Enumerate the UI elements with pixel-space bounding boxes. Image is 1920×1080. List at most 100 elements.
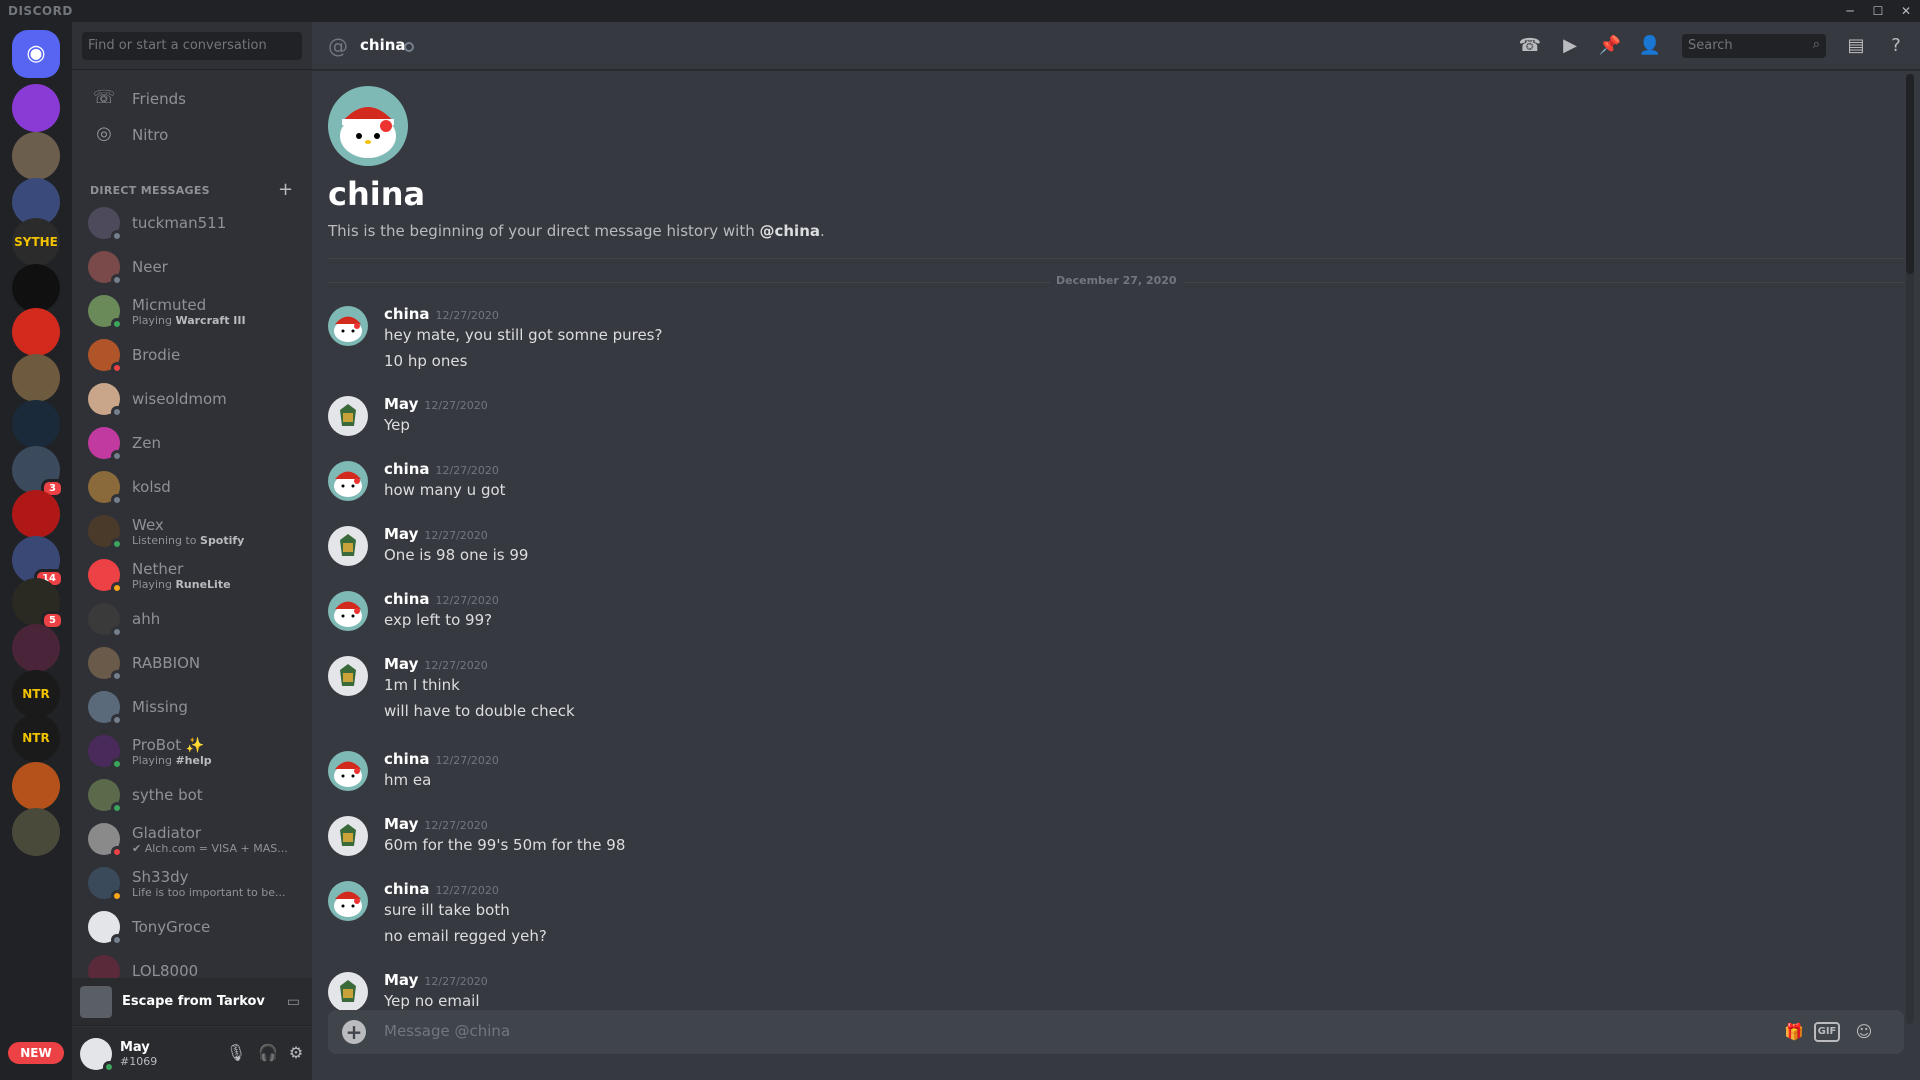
message-avatar[interactable] bbox=[328, 972, 368, 1012]
dm-item-wex[interactable]: Wex Listening to Spotify bbox=[80, 510, 304, 552]
message-avatar[interactable] bbox=[328, 526, 368, 566]
scrollbar-thumb[interactable] bbox=[1906, 74, 1914, 274]
gift-icon[interactable]: 🎁 bbox=[1782, 1020, 1806, 1044]
activity-prefix: Playing bbox=[132, 577, 176, 591]
server-icon-server-12[interactable]: 5 bbox=[12, 578, 64, 630]
message-author[interactable]: May bbox=[384, 971, 418, 989]
activity-panel[interactable]: Escape from Tarkov ▭ bbox=[72, 978, 312, 1026]
message-avatar[interactable] bbox=[328, 461, 368, 501]
close-button[interactable]: ✕ bbox=[1896, 2, 1916, 20]
server-icon-folder-2[interactable] bbox=[12, 624, 60, 672]
server-icon-server-ntr-1[interactable]: NTR bbox=[12, 670, 60, 718]
message-author[interactable]: May bbox=[384, 525, 418, 543]
dm-item-nether[interactable]: Nether Playing RuneLite bbox=[80, 554, 304, 596]
message-avatar[interactable] bbox=[328, 306, 368, 346]
message-author[interactable]: china bbox=[384, 305, 430, 323]
minimize-button[interactable]: ─ bbox=[1840, 2, 1860, 20]
new-badge[interactable]: NEW bbox=[8, 1042, 64, 1064]
server-icon-server-9[interactable]: 3 bbox=[12, 446, 64, 498]
message-avatar[interactable] bbox=[328, 881, 368, 921]
dm-item-gladiator[interactable]: Gladiator ✔ Alch.com = VISA + MAS... bbox=[80, 818, 304, 860]
add-friends-to-dm-icon[interactable]: 👤 bbox=[1638, 34, 1662, 58]
dm-item-rabbion[interactable]: RABBION bbox=[80, 642, 304, 684]
emoji-icon[interactable]: ☺ bbox=[1852, 1020, 1876, 1044]
message-author[interactable]: china bbox=[384, 750, 430, 768]
dm-item-tuckman511[interactable]: tuckman511 bbox=[80, 202, 304, 244]
message-author[interactable]: May bbox=[384, 815, 418, 833]
message-author[interactable]: May bbox=[384, 395, 418, 413]
dm-item-missing[interactable]: Missing bbox=[80, 686, 304, 728]
search-icon: ⌕ bbox=[1812, 37, 1820, 52]
dm-name: TonyGroce bbox=[132, 918, 211, 936]
upload-plus-icon[interactable]: + bbox=[342, 1020, 366, 1044]
dm-activity-status: Listening to Spotify bbox=[132, 534, 244, 547]
dm-item-sh33dy[interactable]: Sh33dy Life is too important to be... bbox=[80, 862, 304, 904]
server-icon-server-2[interactable] bbox=[12, 132, 60, 180]
message-content: hey mate, you still got somne pures? bbox=[384, 326, 663, 344]
dm-item-wiseoldmom[interactable]: wiseoldmom bbox=[80, 378, 304, 420]
start-video-call-icon[interactable]: ▶ bbox=[1558, 34, 1582, 58]
gif-icon[interactable]: GIF bbox=[1814, 1022, 1840, 1042]
dm-item-probot[interactable]: ProBot ✨ Playing #help bbox=[80, 730, 304, 772]
message-content: will have to double check bbox=[384, 702, 575, 720]
server-icon-server-11[interactable]: 14 bbox=[12, 536, 64, 588]
dm-name: Neer bbox=[132, 258, 168, 276]
dm-item-neer[interactable]: Neer bbox=[80, 246, 304, 288]
server-icon-home[interactable]: ◉ bbox=[12, 30, 60, 78]
message-avatar[interactable] bbox=[328, 816, 368, 856]
dm-item-tonygroce[interactable]: TonyGroce bbox=[80, 906, 304, 948]
message-author[interactable]: china bbox=[384, 460, 430, 478]
maximize-button[interactable]: ☐ bbox=[1868, 2, 1888, 20]
status-indicator bbox=[111, 582, 123, 594]
message-timestamp: 12/27/2020 bbox=[435, 754, 499, 767]
server-icon-server-15[interactable] bbox=[12, 762, 60, 810]
microphone-icon[interactable]: 🎙 bbox=[224, 1041, 248, 1065]
message-author[interactable]: china bbox=[384, 590, 430, 608]
message-author[interactable]: May bbox=[384, 655, 418, 673]
intro-mention[interactable]: @china bbox=[759, 222, 820, 240]
dm-item-micmuted[interactable]: Micmuted Playing Warcraft III bbox=[80, 290, 304, 332]
intro-divider bbox=[328, 258, 1904, 259]
message-author[interactable]: china bbox=[384, 880, 430, 898]
dm-search-input[interactable]: Find or start a conversation bbox=[82, 32, 302, 60]
intro-avatar[interactable] bbox=[328, 86, 408, 166]
server-icon-server-8[interactable] bbox=[12, 400, 60, 448]
search-input[interactable]: Search ⌕ bbox=[1682, 34, 1826, 58]
inbox-icon[interactable]: ▤ bbox=[1844, 34, 1868, 58]
server-icon-server-5[interactable] bbox=[12, 264, 60, 312]
pinned-messages-icon[interactable]: 📌 bbox=[1598, 34, 1622, 58]
avatar bbox=[88, 559, 123, 594]
dm-name: wiseoldmom bbox=[132, 390, 227, 408]
help-icon[interactable]: ? bbox=[1884, 34, 1908, 58]
nav-nitro[interactable]: ◎ Nitro bbox=[80, 114, 304, 156]
dm-item-kolsd[interactable]: kolsd bbox=[80, 466, 304, 508]
dm-name: kolsd bbox=[132, 478, 171, 496]
server-icon-server-ntr-2[interactable]: NTR bbox=[12, 714, 60, 762]
dm-item-zen[interactable]: Zen bbox=[80, 422, 304, 464]
message-avatar[interactable] bbox=[328, 396, 368, 436]
stream-icon[interactable]: ▭ bbox=[287, 994, 300, 1010]
create-dm-icon[interactable]: + bbox=[278, 179, 293, 200]
message-avatar[interactable] bbox=[328, 656, 368, 696]
message-composer[interactable]: + Message @china 🎁 GIF ☺ bbox=[328, 1010, 1904, 1054]
dm-item-ahh[interactable]: ahh bbox=[80, 598, 304, 640]
settings-gear-icon[interactable]: ⚙ bbox=[284, 1041, 308, 1065]
dm-item-brodie[interactable]: Brodie bbox=[80, 334, 304, 376]
message-content: One is 98 one is 99 bbox=[384, 546, 529, 564]
dm-item-sythebot[interactable]: sythe bot bbox=[80, 774, 304, 816]
server-icon-server-7[interactable] bbox=[12, 354, 60, 402]
server-icon-server-16[interactable] bbox=[12, 808, 60, 856]
user-status-online bbox=[103, 1060, 115, 1073]
avatar bbox=[88, 647, 123, 682]
server-icon-server-6[interactable] bbox=[12, 308, 60, 356]
message-avatar[interactable] bbox=[328, 751, 368, 791]
server-icon-server-sythe[interactable]: SYTHE bbox=[12, 218, 60, 266]
at-icon: @ bbox=[328, 34, 348, 58]
user-avatar[interactable] bbox=[80, 1037, 115, 1073]
server-icon-server-1[interactable] bbox=[12, 84, 60, 132]
status-indicator bbox=[111, 450, 123, 462]
headphones-icon[interactable]: 🎧 bbox=[256, 1041, 280, 1065]
server-icon-server-10[interactable] bbox=[12, 490, 60, 538]
message-avatar[interactable] bbox=[328, 591, 368, 631]
start-voice-call-icon[interactable]: ☎ bbox=[1518, 34, 1542, 58]
